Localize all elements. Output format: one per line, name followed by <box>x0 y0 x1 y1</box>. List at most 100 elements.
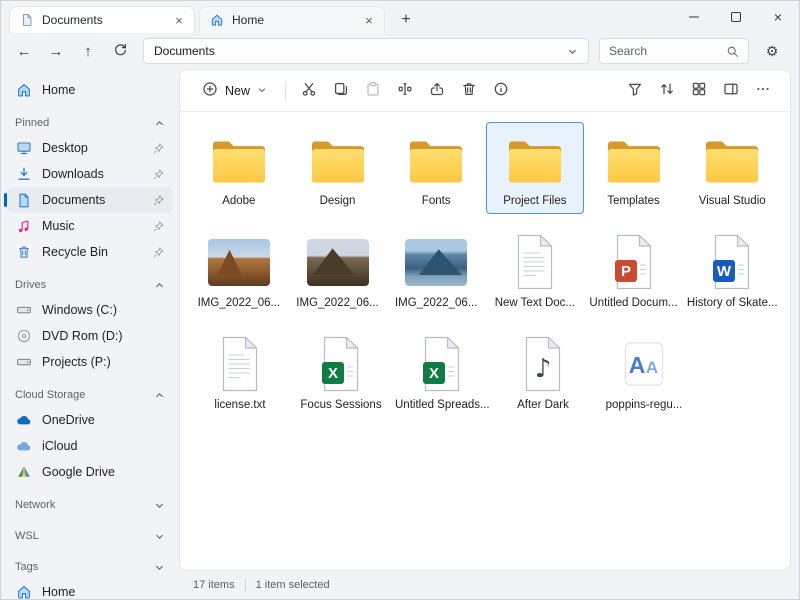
sidebar-section-network[interactable]: Network <box>7 494 173 516</box>
file-item-after-dark[interactable]: ♪After Dark <box>493 326 593 418</box>
file-item-license-txt[interactable]: license.txt <box>190 326 290 418</box>
share-button[interactable] <box>422 76 452 106</box>
pin-icon <box>152 142 165 155</box>
close-button[interactable]: × <box>757 1 799 33</box>
file-item-fonts[interactable]: Fonts <box>387 122 485 214</box>
sidebar-item-recycle-bin[interactable]: Recycle Bin <box>7 239 173 265</box>
refresh-button[interactable] <box>105 36 135 66</box>
tab-documents[interactable]: Documents × <box>9 6 195 33</box>
settings-gear-button[interactable]: ⚙ <box>757 36 787 66</box>
maximize-button[interactable] <box>715 1 757 33</box>
copy-icon <box>333 81 349 100</box>
new-button-label: New <box>225 84 250 98</box>
tab-home[interactable]: Home × <box>199 6 385 33</box>
filter-button[interactable] <box>620 76 650 106</box>
new-button[interactable]: New <box>192 76 277 105</box>
navigation-bar: ← → ↑ Documents Search ⚙ <box>1 33 799 69</box>
sidebar-item-dvd-rom-d[interactable]: DVD Rom (D:) <box>7 323 173 349</box>
documents-icon <box>15 192 32 208</box>
address-text: Documents <box>154 44 215 58</box>
home-icon <box>15 584 32 599</box>
sidebar-section-tags[interactable]: Tags <box>7 556 173 578</box>
tab-label: Home <box>232 13 352 27</box>
minimize-button[interactable] <box>673 1 715 33</box>
file-item-poppins-regu[interactable]: AApoppins-regu... <box>594 326 694 418</box>
info-icon <box>493 81 509 100</box>
search-input[interactable]: Search <box>599 38 749 64</box>
sidebar-item-documents[interactable]: Documents <box>7 187 173 213</box>
chevron-down-icon <box>154 562 165 573</box>
folder-icon <box>703 131 761 189</box>
info-button[interactable] <box>486 76 516 106</box>
more-button[interactable] <box>748 76 778 106</box>
cut-button[interactable] <box>294 76 324 106</box>
copy-button[interactable] <box>326 76 356 106</box>
more-icon <box>755 81 771 100</box>
text-icon <box>218 335 262 393</box>
sidebar-item-home[interactable]: Home <box>7 77 173 103</box>
section-label: Cloud Storage <box>15 389 85 401</box>
file-item-img-2022-06[interactable]: IMG_2022_06... <box>387 224 485 316</box>
view-button[interactable] <box>684 76 714 106</box>
paste-icon <box>365 81 381 100</box>
paste-button[interactable] <box>358 76 388 106</box>
file-item-history-of-skate[interactable]: WHistory of Skate... <box>683 224 781 316</box>
file-item-adobe[interactable]: Adobe <box>190 122 288 214</box>
svg-text:W: W <box>717 263 732 280</box>
file-item-visual-studio[interactable]: Visual Studio <box>683 122 781 214</box>
excel-icon: X <box>420 335 464 393</box>
chevron-down-icon[interactable] <box>567 46 578 57</box>
close-tab-icon[interactable]: × <box>360 11 378 29</box>
file-item-untitled-spreads[interactable]: XUntitled Spreads... <box>392 326 492 418</box>
share-icon <box>429 81 445 100</box>
sidebar-item-projects-p[interactable]: Projects (P:) <box>7 349 173 375</box>
sidebar-item-desktop[interactable]: Desktop <box>7 135 173 161</box>
file-item-img-2022-06[interactable]: IMG_2022_06... <box>190 224 288 316</box>
status-separator <box>245 579 246 591</box>
back-button[interactable]: ← <box>9 36 39 66</box>
selection-count: 1 item selected <box>256 579 330 591</box>
file-item-img-2022-06[interactable]: IMG_2022_06... <box>289 224 387 316</box>
address-bar[interactable]: Documents <box>143 38 589 64</box>
excel-icon: X <box>319 335 363 393</box>
file-item-new-text-doc[interactable]: New Text Doc... <box>486 224 584 316</box>
text-icon <box>513 233 557 291</box>
section-label: Drives <box>15 279 46 291</box>
file-item-untitled-docum[interactable]: PUntitled Docum... <box>585 224 683 316</box>
search-placeholder: Search <box>609 44 647 58</box>
sidebar-item-downloads[interactable]: Downloads <box>7 161 173 187</box>
file-item-project-files[interactable]: Project Files <box>486 122 584 214</box>
file-item-design[interactable]: Design <box>289 122 387 214</box>
sidebar-item-onedrive[interactable]: OneDrive <box>7 407 173 433</box>
up-button[interactable]: ↑ <box>73 36 103 66</box>
sidebar-item-music[interactable]: Music <box>7 213 173 239</box>
close-tab-icon[interactable]: × <box>170 11 188 29</box>
sort-icon <box>659 81 675 100</box>
recycle-bin-icon <box>15 244 32 260</box>
sidebar-section-cloud-storage[interactable]: Cloud Storage <box>7 384 173 406</box>
chevron-down-icon <box>257 84 267 98</box>
rename-button[interactable] <box>390 76 420 106</box>
font-icon: AA <box>622 335 666 393</box>
sidebar-item-icloud[interactable]: iCloud <box>7 433 173 459</box>
arrow-right-icon: → <box>49 43 64 60</box>
image-icon <box>405 233 467 291</box>
sidebar-section-pinned[interactable]: Pinned <box>7 112 173 134</box>
sidebar-item-google-drive[interactable]: Google Drive <box>7 459 173 485</box>
file-item-templates[interactable]: Templates <box>585 122 683 214</box>
view-icon <box>691 81 707 100</box>
sidebar-item-home[interactable]: Home <box>7 579 173 599</box>
downloads-icon <box>15 166 32 182</box>
svg-text:A: A <box>646 358 658 377</box>
delete-button[interactable] <box>454 76 484 106</box>
folder-icon <box>605 131 663 189</box>
forward-button[interactable]: → <box>41 36 71 66</box>
sort-button[interactable] <box>652 76 682 106</box>
new-tab-button[interactable]: + <box>393 7 419 33</box>
file-item-focus-sessions[interactable]: XFocus Sessions <box>291 326 391 418</box>
sidebar-section-wsl[interactable]: WSL <box>7 525 173 547</box>
details-pane-icon <box>723 81 739 100</box>
details-pane-button[interactable] <box>716 76 746 106</box>
sidebar-section-drives[interactable]: Drives <box>7 274 173 296</box>
sidebar-item-windows-c[interactable]: Windows (C:) <box>7 297 173 323</box>
